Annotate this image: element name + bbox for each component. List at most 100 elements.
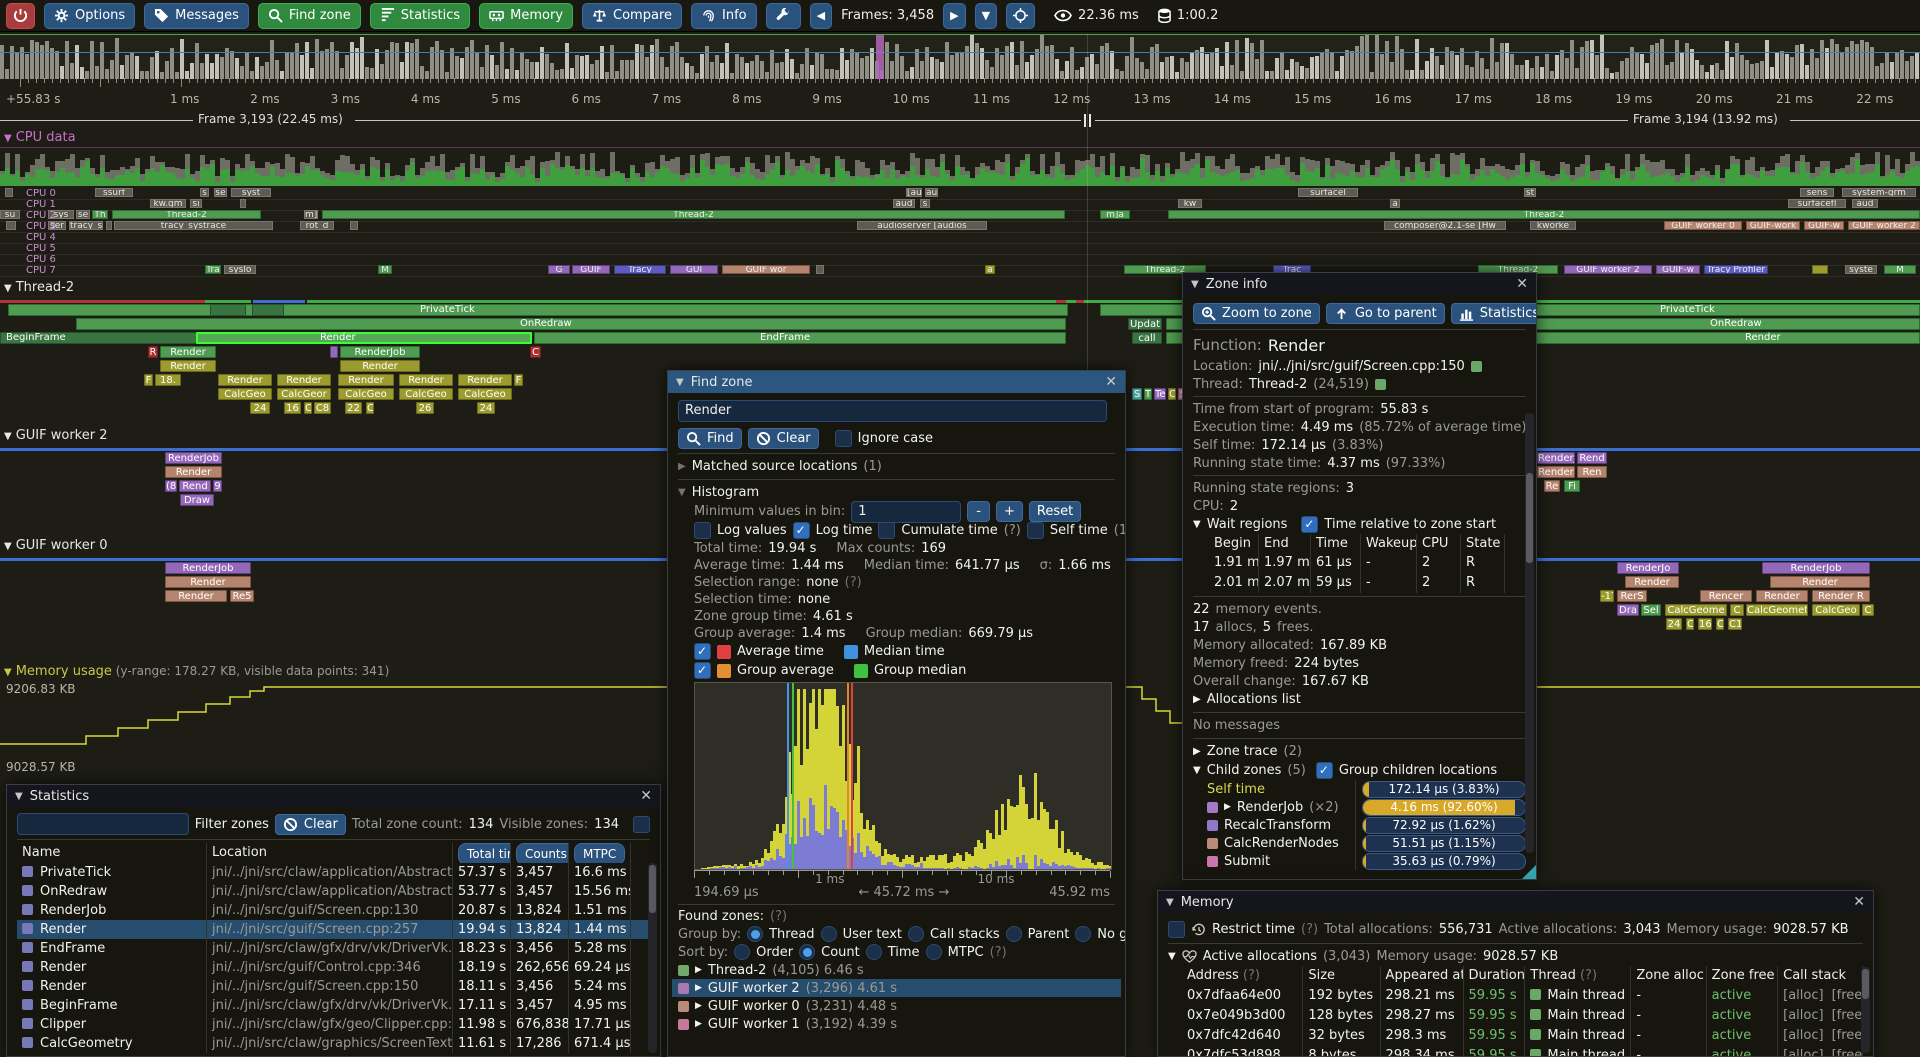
alloc-link[interactable]: [alloc] [1783, 1048, 1823, 1057]
cpu-zone-bar[interactable]: s [920, 199, 930, 208]
free-link[interactable]: [free] [1832, 1008, 1863, 1023]
zone-bar[interactable]: Render [1625, 576, 1679, 588]
cpu-zone-bar[interactable]: a [985, 265, 995, 274]
group-by-user-text-radio[interactable] [821, 926, 837, 942]
cpu-zone-bar[interactable]: kw.gm [150, 199, 186, 208]
found-zone-group-row[interactable]: ▶GUIF worker 2(3,296) 4.61 s [672, 979, 1121, 997]
find-zone-window-titlebar[interactable]: ▼Find zone✕ [668, 371, 1125, 393]
zone-bar[interactable]: T [1144, 388, 1152, 400]
free-link[interactable]: [free] [1832, 988, 1863, 1003]
found-zone-group-row[interactable]: ▶GUIF worker 1(3,192) 4.39 s [678, 1015, 1115, 1033]
ignore-case-checkbox[interactable] [835, 430, 852, 447]
thread-section-header[interactable]: ▼GUIF worker 0 [4, 538, 107, 553]
zoom-to-zone-button[interactable]: Zoom to zone [1193, 303, 1320, 324]
statistics-table-row[interactable]: OnRedrawjni/../jni/src/claw/application/… [17, 882, 650, 901]
cpu-zone-bar[interactable]: m]a [1100, 210, 1130, 219]
allocation-row[interactable]: 0x7dfc42d64032 bytes298.3 ms59.95 sMain … [1168, 1026, 1863, 1046]
cpu-zone-bar[interactable]: Tra [205, 265, 221, 274]
free-link[interactable]: [free] [1832, 1028, 1863, 1043]
zone-bar[interactable]: RenderJob [165, 562, 251, 574]
cpu-zone-bar[interactable]: Tracy Profiler [1704, 265, 1768, 274]
zone-bar[interactable]: CalcGeo [218, 388, 272, 400]
statistics-scrollbar[interactable] [648, 863, 657, 1053]
zone-bar[interactable]: Rend [179, 480, 211, 492]
alloc-column-duration[interactable]: Duration [1464, 966, 1526, 986]
cpu-zone-bar[interactable]: tracy_systrace [114, 221, 273, 230]
zone-bar[interactable] [330, 346, 338, 358]
alloc-link[interactable]: [alloc] [1783, 988, 1823, 1003]
options-button[interactable]: Options [44, 3, 135, 29]
zone-bar[interactable]: Render [160, 360, 216, 372]
cpu-zone-bar[interactable]: GUIF worker 2 [1848, 221, 1920, 230]
tools-button[interactable] [766, 3, 801, 29]
memory-button[interactable]: Memory [479, 3, 573, 29]
statistics-button[interactable]: Statistics [370, 3, 470, 29]
increment-button[interactable]: + [996, 501, 1023, 522]
zone-bar[interactable]: RenderJob [1762, 562, 1870, 574]
zone-bar[interactable]: RenderJob [165, 452, 222, 464]
cpu-zone-bar[interactable]: surfacel [1298, 188, 1358, 197]
group-by-call-stacks-radio[interactable] [908, 926, 924, 942]
sort-by-order-radio[interactable] [734, 944, 750, 960]
cpu-zone-bar[interactable]: se [214, 188, 227, 197]
allocations-list-row[interactable]: ▶Allocations list [1193, 690, 1526, 709]
cpu-zone-bar[interactable]: syst [231, 188, 271, 197]
zone-bar[interactable]: R [148, 346, 158, 358]
alloc-column-zone-free[interactable]: Zone free [1707, 966, 1778, 986]
child-zone-row[interactable]: RecalcTransform72.92 µs (1.62%) [1193, 816, 1526, 834]
alloc-column-zone-alloc[interactable]: Zone alloc [1631, 966, 1706, 986]
zone-bar[interactable]: RenderJo [1617, 562, 1679, 574]
cpu-zone-bar[interactable]: a [1390, 199, 1400, 208]
column-header-total-tim[interactable]: Total tim [453, 843, 511, 863]
statistics-table-row[interactable]: Renderjni/../jni/src/guif/Screen.cpp:150… [17, 977, 650, 996]
cpu-zone-bar[interactable]: Thread-2 [112, 210, 261, 219]
zone-bar[interactable]: C [530, 346, 541, 358]
cpu-zone-bar[interactable]: M [378, 265, 392, 274]
close-icon[interactable]: ✕ [1853, 894, 1865, 910]
log-time-checkbox[interactable] [793, 522, 810, 539]
zone-bar[interactable]: call [1132, 332, 1162, 344]
cpu-zone-bar[interactable]: ssurf [95, 188, 133, 197]
zone-bar[interactable]: CalcGeo [1812, 604, 1860, 616]
memory-scrollbar[interactable] [1861, 967, 1870, 1053]
zone-bar[interactable]: 16 [1698, 618, 1712, 630]
statistics-table-row[interactable]: CalcGeometryjni/../jni/src/claw/graphics… [17, 1034, 650, 1053]
find-button[interactable]: Find [678, 428, 742, 449]
free-link[interactable]: [free] [1832, 1048, 1863, 1057]
cpu-zone-bar[interactable] [6, 221, 16, 230]
zone-bar[interactable]: 24 [250, 402, 270, 414]
zone-bar[interactable]: 16 [284, 402, 301, 414]
group-by-thread-radio[interactable] [747, 926, 763, 942]
decrement-button[interactable]: - [967, 501, 990, 522]
cpu-zone-bar[interactable]: GUIF-work [1746, 221, 1800, 230]
close-icon[interactable]: ✕ [640, 788, 652, 804]
cpu-zone-bar[interactable]: au [925, 188, 938, 197]
memory-window-titlebar[interactable]: ▼Memory✕ [1158, 891, 1873, 913]
cpu-zone-bar[interactable] [1812, 265, 1828, 274]
zone-info-scrollbar-thumb[interactable] [1526, 473, 1533, 563]
cpu-zone-bar[interactable]: si [190, 199, 202, 208]
alloc-link[interactable]: [alloc] [1783, 1028, 1823, 1043]
find-zone-button[interactable]: Find zone [258, 3, 361, 29]
zone-bar[interactable]: C [1168, 388, 1176, 400]
column-header-name[interactable]: Name [17, 843, 207, 863]
cpu-zone-bar[interactable]: system-grm [1842, 188, 1916, 197]
cpu-zone-bar[interactable]: Thread-2 [1168, 210, 1920, 219]
close-icon[interactable]: ✕ [1105, 374, 1117, 390]
cpu-zone-bar[interactable]: tracy_syn [69, 221, 103, 230]
frames-overview-strip[interactable] [0, 34, 1920, 79]
cpu-zone-bar[interactable]: GUI [670, 265, 718, 274]
statistics-window-titlebar[interactable]: ▼Statistics✕ [7, 785, 660, 807]
alloc-link[interactable]: [alloc] [1783, 1008, 1823, 1023]
zone-bar[interactable]: RerS [1617, 590, 1647, 602]
statistics-table-row[interactable]: Renderjni/../jni/src/guif/Screen.cpp:257… [17, 920, 650, 939]
zone-bar[interactable]: Render [340, 360, 420, 372]
zone-bar[interactable]: (8 [165, 480, 177, 492]
cumulate-time-checkbox[interactable] [878, 522, 895, 539]
zone-bar[interactable]: C8 [314, 402, 331, 414]
zone-bar[interactable] [252, 304, 284, 316]
zone-bar[interactable]: F [144, 374, 153, 386]
zone-bar[interactable]: 24 [1666, 618, 1682, 630]
child-zone-row[interactable]: ▶RenderJob(×2)4.16 ms (92.60%) [1193, 798, 1526, 816]
zone-bar[interactable]: Render [1756, 590, 1808, 602]
